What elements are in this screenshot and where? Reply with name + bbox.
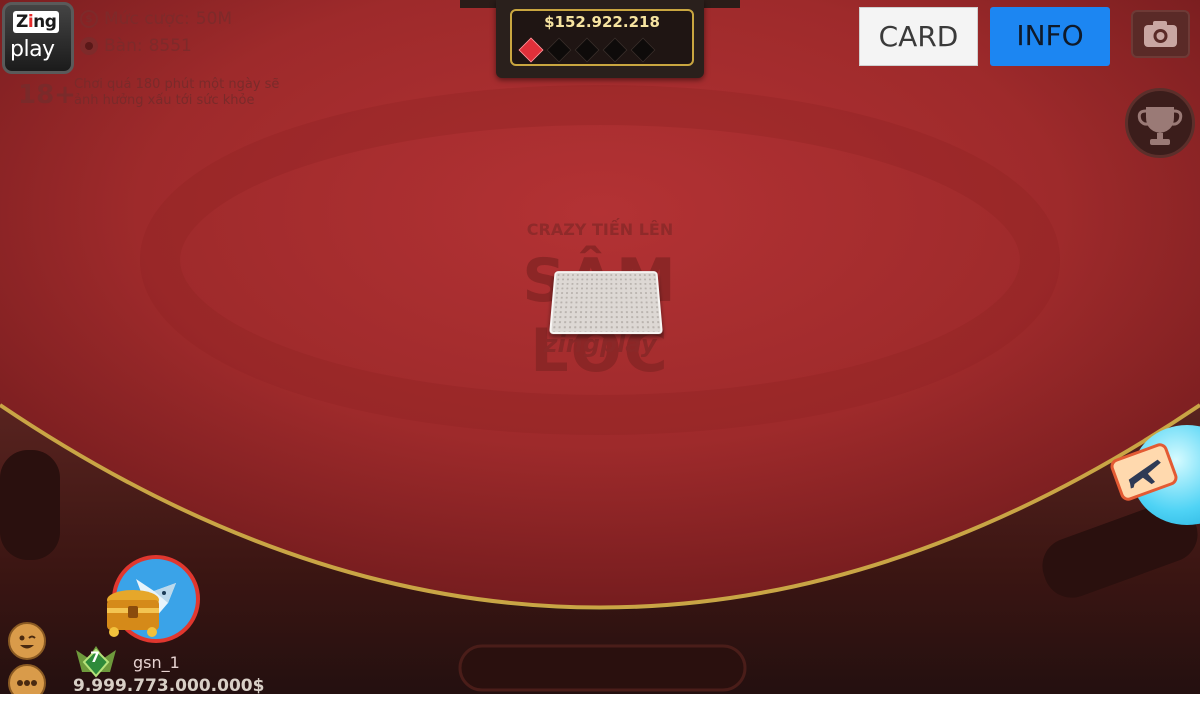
player-money: 9.999.773.000.000$ — [73, 676, 265, 694]
table-info: Bàn: 8551 — [80, 36, 192, 56]
table-brand: zingplay — [543, 330, 657, 358]
rail-slot — [0, 450, 60, 560]
table-subtitle: CRAZY TIẾN LÊN — [526, 220, 674, 239]
gem-empty-icon — [630, 37, 656, 63]
table-number: 8551 — [148, 36, 192, 56]
zingplay-logo: Zing play — [2, 2, 74, 74]
jackpot-panel: $152.922.218 — [496, 0, 704, 78]
bet-value: 50M — [195, 9, 233, 29]
coin-icon: $ — [80, 10, 98, 28]
health-warning: Chơi quá 180 phút một ngày sẽ ảnh hưởng … — [74, 77, 280, 108]
jackpot-box: $152.922.218 — [510, 9, 694, 66]
camera-icon — [1144, 21, 1177, 47]
bet-info: $ Mức cược: 50M — [80, 9, 232, 29]
jackpot-gems — [518, 37, 656, 63]
rail-slot — [458, 644, 747, 692]
logo-play-text: play — [10, 37, 55, 62]
table-label: Bàn: — [104, 36, 143, 56]
game-stage: Zing play $ Mức cược: 50M Bàn: 8551 18+ … — [0, 0, 1200, 694]
leaderboard-button[interactable] — [1125, 88, 1195, 158]
chip-icon — [80, 37, 98, 55]
player-level: 7 — [90, 650, 100, 666]
screenshot-button[interactable] — [1131, 10, 1190, 58]
chat-icon — [17, 680, 37, 686]
player-name: gsn_1 — [133, 653, 180, 672]
gem-empty-icon — [602, 37, 628, 63]
emoji-icon — [19, 635, 36, 649]
logo-zing-text: Zing — [13, 11, 60, 33]
bet-label: Mức cược: — [104, 9, 190, 29]
chat-button[interactable] — [8, 664, 46, 694]
treasure-chest[interactable] — [100, 586, 166, 638]
card-button[interactable]: CARD — [859, 7, 978, 66]
gem-empty-icon — [546, 37, 572, 63]
jackpot-amount: $152.922.218 — [544, 13, 660, 31]
treasure-chest-icon — [107, 590, 159, 637]
emoji-button[interactable] — [8, 622, 46, 660]
gem-active-icon — [518, 37, 544, 63]
info-button[interactable]: INFO — [990, 7, 1110, 66]
trophy-icon — [1137, 107, 1183, 145]
card-deck[interactable] — [549, 271, 663, 335]
age-rating: 18+ — [18, 80, 76, 110]
gem-empty-icon — [574, 37, 600, 63]
